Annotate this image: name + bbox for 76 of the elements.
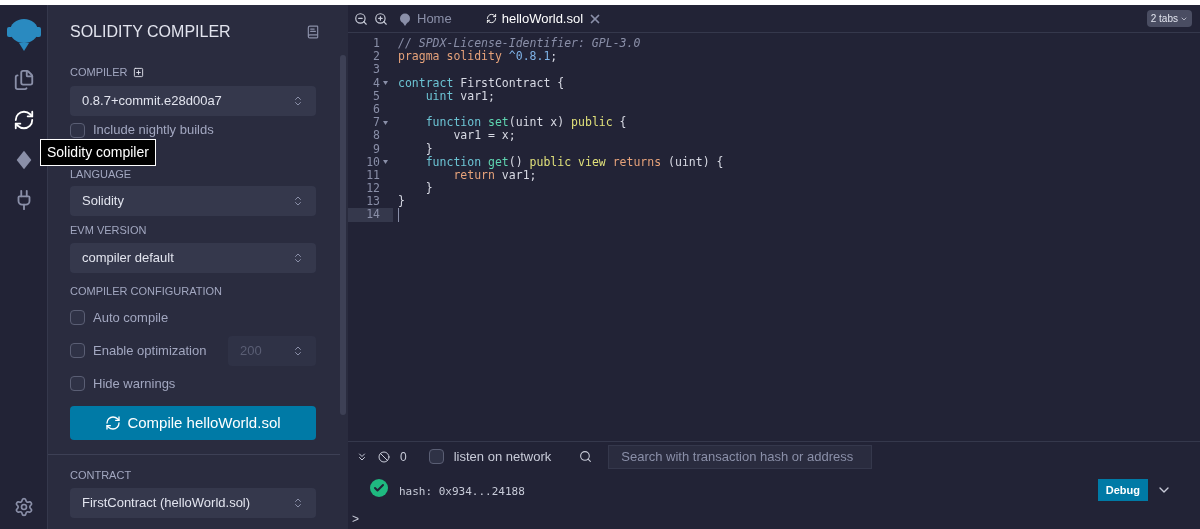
- checkbox[interactable]: [428, 449, 444, 464]
- zoom-in-icon[interactable]: [374, 11, 388, 26]
- logo-icon: [398, 11, 412, 26]
- code-line: pragma solidity ^0.8.1;: [398, 50, 558, 64]
- field-label: LANGUAGE: [70, 166, 133, 182]
- editor-tab[interactable]: helloWorld.sol: [481, 5, 607, 32]
- text-cursor: [398, 208, 399, 222]
- updown-icon: [292, 496, 304, 509]
- checkbox-label: Hide warnings: [93, 374, 177, 393]
- updown-icon: [292, 94, 304, 107]
- updown-icon: [292, 251, 304, 264]
- checkbox-label: Include nightly builds: [93, 121, 214, 140]
- checkbox-label: Auto compile: [93, 308, 170, 327]
- add-icon[interactable]: [133, 66, 145, 78]
- fold-icon[interactable]: [382, 160, 388, 165]
- field-label: CONTRACT: [70, 468, 133, 483]
- log-hash: hash: 0x934...24188: [399, 484, 525, 500]
- zoom-out-icon[interactable]: [354, 11, 368, 26]
- compiler-select[interactable]: 0.8.7+commit.e28d00a7: [70, 85, 316, 116]
- line-number: 3: [373, 63, 380, 77]
- search-icon: [579, 450, 593, 463]
- line-number: 5: [373, 89, 380, 103]
- search-field[interactable]: Search with transaction hash or address: [608, 444, 873, 469]
- line-number: 7: [373, 116, 380, 130]
- contract-select[interactable]: FirstContract (helloWorld.sol): [70, 487, 316, 518]
- panel-title: SOLIDITY COMPILER: [70, 22, 231, 42]
- evm-select[interactable]: compiler default: [70, 242, 316, 273]
- line-number: 1: [373, 37, 380, 51]
- line-number: 14: [366, 208, 380, 222]
- collapse-icon[interactable]: [356, 450, 368, 463]
- updown-icon: [292, 195, 304, 207]
- files-icon[interactable]: [12, 69, 35, 91]
- code-line: contract FirstContract {: [398, 76, 565, 90]
- checkbox[interactable]: [70, 376, 85, 391]
- line-number: 4: [373, 76, 380, 90]
- line-number: 11: [366, 168, 380, 183]
- settings-icon[interactable]: [13, 497, 34, 517]
- editor-tab[interactable]: Home: [394, 5, 456, 32]
- clear-icon[interactable]: [378, 450, 390, 463]
- compile-button[interactable]: Compile helloWorld.sol: [70, 406, 316, 440]
- checkbox[interactable]: [70, 310, 85, 325]
- refresh-icon: [105, 415, 122, 431]
- docs-icon[interactable]: [306, 25, 320, 39]
- language-select[interactable]: Solidity: [70, 186, 316, 216]
- debug-button[interactable]: Debug: [1097, 479, 1148, 501]
- code-line: var1 = x;: [452, 129, 516, 143]
- log-count: 0: [400, 448, 407, 466]
- code-line: function get() public view returns (uint) {: [424, 155, 724, 169]
- code-line: return var1;: [452, 168, 537, 183]
- line-number: 8: [373, 129, 380, 143]
- code-line: uint var1;: [424, 89, 495, 103]
- line-number: 10: [366, 155, 380, 169]
- fold-icon[interactable]: [382, 81, 388, 86]
- console-prompt: >: [351, 511, 360, 528]
- fold-icon[interactable]: [382, 120, 388, 125]
- line-number: 13: [366, 195, 380, 209]
- code-line: function set(uint x) public {: [424, 116, 627, 130]
- tooltip: Solidity compiler: [40, 139, 156, 166]
- checkbox[interactable]: [70, 122, 85, 138]
- field-label: COMPILER: [70, 65, 128, 80]
- checkbox-label: Enable optimization: [93, 341, 208, 360]
- line-number: 9: [373, 142, 380, 156]
- updown-icon: [292, 344, 304, 357]
- checkbox-label: listen on network: [453, 447, 552, 466]
- line-number: 2: [373, 50, 380, 64]
- checkbox[interactable]: [70, 343, 85, 358]
- compiler-icon[interactable]: [12, 109, 35, 131]
- field-label: EVM VERSION: [70, 223, 148, 238]
- section-label: COMPILER CONFIGURATION: [70, 283, 223, 299]
- code-line: }: [398, 195, 405, 209]
- line-number: 6: [373, 102, 380, 117]
- code-line: }: [424, 182, 433, 196]
- code-line: // SPDX-License-Identifier: GPL-3.0: [398, 37, 641, 50]
- code-line: }: [424, 142, 433, 156]
- tab-count-dropdown[interactable]: 2 tabs: [1146, 10, 1192, 27]
- line-number: 12: [366, 182, 380, 196]
